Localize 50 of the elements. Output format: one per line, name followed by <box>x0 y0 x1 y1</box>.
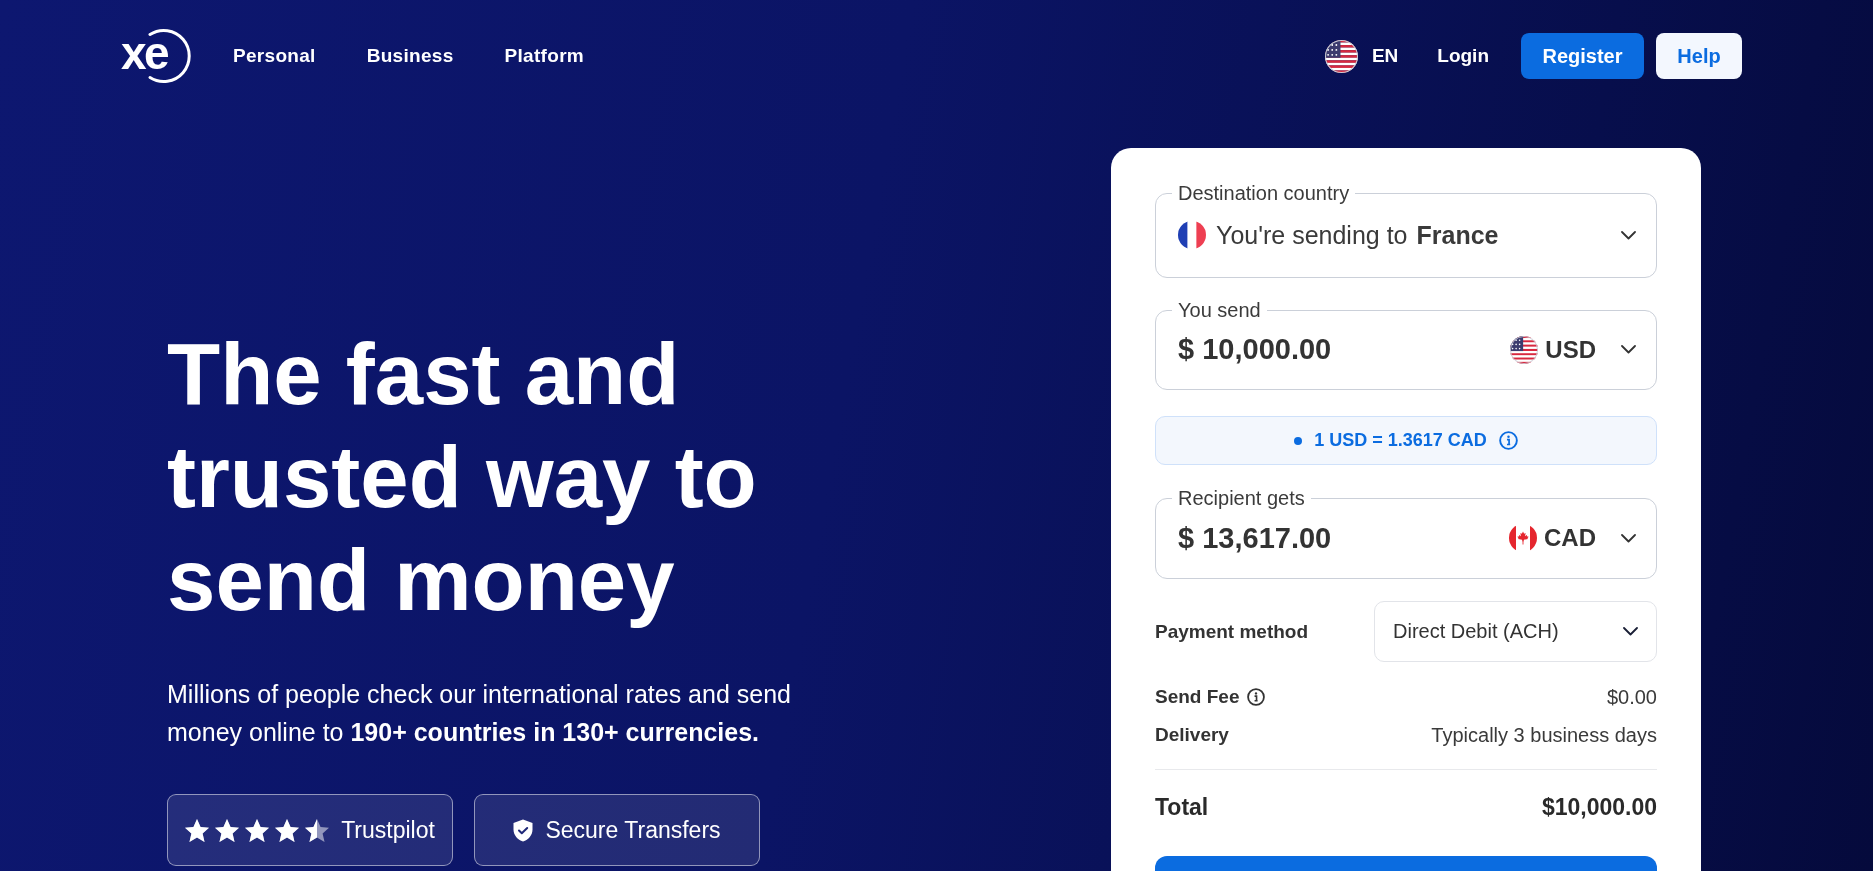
star-icon <box>305 818 330 842</box>
security-text: Secure Transfers <box>545 816 721 844</box>
chevron-icon <box>1621 345 1636 354</box>
amount-value: $ 10,000.00 <box>1178 333 1332 366</box>
nav-link[interactable]: Personal <box>233 45 316 67</box>
rating-source-text: Trustpilot <box>341 816 435 844</box>
chevron-icon <box>1621 230 1636 240</box>
amount-value: $ 13,617.00 <box>1178 521 1332 555</box>
currency-select[interactable]: CAD <box>1509 524 1596 552</box>
field-label: You send <box>1177 299 1262 321</box>
total-label: Total <box>1155 793 1209 821</box>
exchange-rate-text: 1 USD = 1.3617 CAD <box>1314 430 1487 451</box>
language-button[interactable]: EN <box>1324 39 1399 73</box>
star-icon <box>275 818 300 842</box>
help-button[interactable]: Help <box>1656 33 1742 79</box>
detail-value: $0.00 <box>1606 685 1657 709</box>
flag-icon <box>1509 524 1537 552</box>
shield-check-icon <box>513 818 534 842</box>
hero-description: Millions of people check our international rates and send money online to 190+ countries in 130+ currencies. <box>167 679 792 748</box>
xe-logo[interactable]: xe <box>121 28 191 84</box>
destination-select[interactable]: Destination country You're sending to France <box>1155 182 1657 278</box>
register-button[interactable]: Register <box>1521 33 1644 79</box>
field-label: Destination country <box>1177 182 1351 204</box>
field-label: Recipient gets <box>1177 487 1306 509</box>
flag-icon <box>1178 221 1206 249</box>
info-icon <box>1498 431 1518 450</box>
receive-amount-field[interactable]: Recipient gets $ 13,617.00 CAD <box>1155 487 1657 579</box>
send-amount-field[interactable]: You send $ 10,000.00 USD <box>1155 299 1657 390</box>
hero-title: The fast and trusted way to send money <box>167 324 758 630</box>
star-icon <box>185 818 210 842</box>
payment-method-select[interactable]: Direct Debit (ACH) <box>1374 601 1657 662</box>
currency-select[interactable]: USD <box>1510 335 1596 364</box>
nav-link[interactable]: Business <box>366 45 454 67</box>
detail-label: Delivery <box>1155 724 1229 746</box>
destination-prefix-text: You're sending to <box>1216 220 1408 250</box>
chevron-icon <box>1623 627 1638 636</box>
dot-icon <box>1294 436 1303 445</box>
detail-label: Send Fee <box>1155 686 1240 708</box>
chevron-icon <box>1621 533 1636 543</box>
total-value: $10,000.00 <box>1541 793 1657 821</box>
login-link[interactable]: Login <box>1437 45 1489 67</box>
payment-method-label: Payment method <box>1155 620 1309 643</box>
country-text: France <box>1416 220 1499 250</box>
detail-value: Typically 3 business days <box>1431 723 1657 747</box>
star-icon <box>245 818 270 842</box>
flag-icon <box>1510 335 1539 364</box>
primary-button[interactable] <box>1155 856 1657 871</box>
star-icon <box>215 818 240 842</box>
flag-icon <box>1324 39 1358 73</box>
nav-link[interactable]: Platform <box>504 45 585 67</box>
